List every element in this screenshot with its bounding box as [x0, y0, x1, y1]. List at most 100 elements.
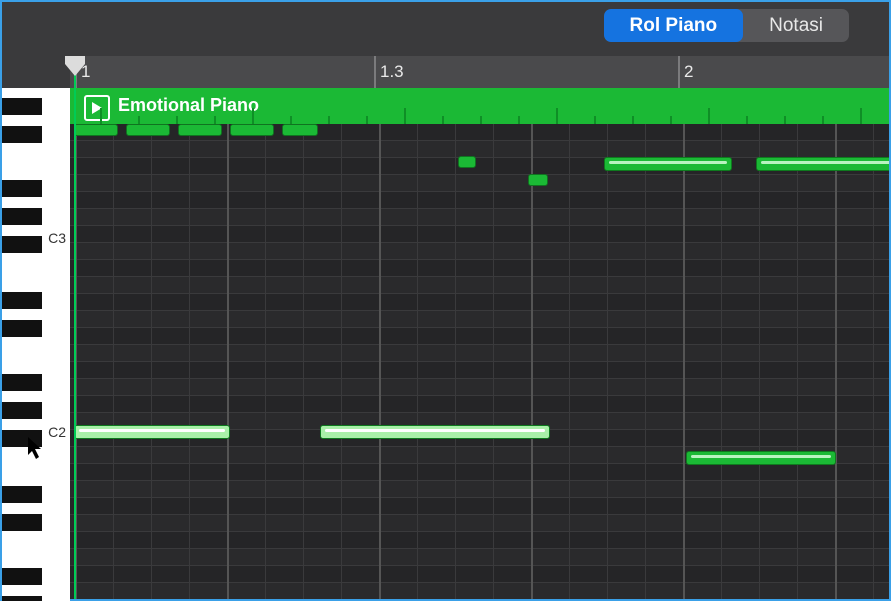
black-key[interactable]: [2, 402, 42, 419]
region-tick: [632, 116, 634, 124]
black-key[interactable]: [2, 374, 42, 391]
grid-row: [70, 294, 889, 311]
white-key[interactable]: [2, 447, 70, 476]
black-key[interactable]: [2, 292, 42, 309]
region-tick: [746, 116, 748, 124]
grid-row: [70, 566, 889, 583]
midi-note[interactable]: [458, 156, 476, 168]
grid-line: [341, 124, 342, 599]
midi-note[interactable]: [604, 157, 732, 171]
grid-line: [569, 124, 570, 599]
grid-line: [493, 124, 494, 599]
grid-row: [70, 379, 889, 396]
ruler-mark: 2: [678, 56, 693, 88]
grid-line: [607, 124, 608, 599]
region-tick: [214, 116, 216, 124]
white-key[interactable]: [2, 530, 70, 559]
grid-line: [835, 124, 837, 599]
region-title: Emotional Piano: [118, 95, 259, 116]
grid-line: [531, 124, 533, 599]
white-key[interactable]: [2, 254, 70, 283]
grid-row: [70, 243, 889, 260]
ruler-mark: 1.3: [374, 56, 404, 88]
region-tick: [100, 108, 102, 124]
region-tick: [670, 116, 672, 124]
black-key[interactable]: [2, 486, 42, 503]
grid-line: [455, 124, 456, 599]
region-header[interactable]: Emotional Piano: [70, 88, 889, 124]
time-ruler[interactable]: 1 1.3 2: [70, 56, 889, 88]
grid-row: [70, 328, 889, 345]
grid-row: [70, 549, 889, 566]
grid-row: [70, 345, 889, 362]
black-key[interactable]: [2, 126, 42, 143]
grid-line: [303, 124, 304, 599]
note-grid[interactable]: [70, 124, 889, 599]
grid-line: [721, 124, 722, 599]
region-tick: [442, 116, 444, 124]
grid-line: [227, 124, 229, 599]
grid-row: [70, 515, 889, 532]
grid-line: [759, 124, 760, 599]
grid-line: [873, 124, 874, 599]
grid-line: [683, 124, 685, 599]
grid-row: [70, 396, 889, 413]
region-tick: [518, 116, 520, 124]
midi-note[interactable]: [178, 124, 222, 136]
midi-note[interactable]: [126, 124, 170, 136]
grid-row: [70, 277, 889, 294]
tab-rol-piano[interactable]: Rol Piano: [604, 9, 744, 42]
black-key[interactable]: [2, 98, 42, 115]
piano-keyboard[interactable]: C3C2: [2, 88, 70, 599]
tab-notasi[interactable]: Notasi: [743, 9, 849, 42]
black-key[interactable]: [2, 568, 42, 585]
region-tick: [784, 116, 786, 124]
grid-row: [70, 209, 889, 226]
black-key[interactable]: [2, 596, 42, 601]
piano-roll-editor: Rol Piano Notasi 1 1.3 2 Emotional Piano…: [0, 0, 891, 601]
region-tick: [252, 108, 254, 124]
region-tick: [138, 116, 140, 124]
playhead[interactable]: [74, 56, 76, 599]
grid-line: [379, 124, 381, 599]
white-key[interactable]: [2, 336, 70, 365]
grid-line: [265, 124, 266, 599]
midi-note[interactable]: [74, 425, 230, 439]
midi-note[interactable]: [756, 157, 889, 171]
black-key[interactable]: [2, 236, 42, 253]
region-tick: [290, 116, 292, 124]
grid-row: [70, 192, 889, 209]
grid-row: [70, 141, 889, 158]
playhead-handle-icon[interactable]: [65, 56, 85, 76]
region-tick: [366, 116, 368, 124]
grid-row: [70, 311, 889, 328]
grid-line: [797, 124, 798, 599]
grid-line: [113, 124, 114, 599]
black-key[interactable]: [2, 514, 42, 531]
white-key[interactable]: [2, 143, 70, 172]
midi-note[interactable]: [528, 174, 548, 186]
black-key[interactable]: [2, 180, 42, 197]
midi-note[interactable]: [320, 425, 550, 439]
midi-note[interactable]: [282, 124, 318, 136]
grid-line: [189, 124, 190, 599]
midi-note[interactable]: [74, 124, 118, 136]
region-tick: [404, 108, 406, 124]
midi-note[interactable]: [230, 124, 274, 136]
region-tick: [594, 116, 596, 124]
view-switcher: Rol Piano Notasi: [604, 9, 849, 42]
grid-row: [70, 481, 889, 498]
black-key[interactable]: [2, 208, 42, 225]
grid-row: [70, 175, 889, 192]
grid-row: [70, 226, 889, 243]
black-key[interactable]: [2, 430, 42, 447]
grid-row: [70, 532, 889, 549]
play-icon[interactable]: [84, 95, 110, 121]
grid-line: [151, 124, 152, 599]
grid-row: [70, 362, 889, 379]
region-tick: [176, 116, 178, 124]
black-key[interactable]: [2, 320, 42, 337]
grid-row: [70, 260, 889, 277]
midi-note[interactable]: [686, 451, 836, 465]
top-bar: Rol Piano Notasi: [2, 2, 889, 56]
